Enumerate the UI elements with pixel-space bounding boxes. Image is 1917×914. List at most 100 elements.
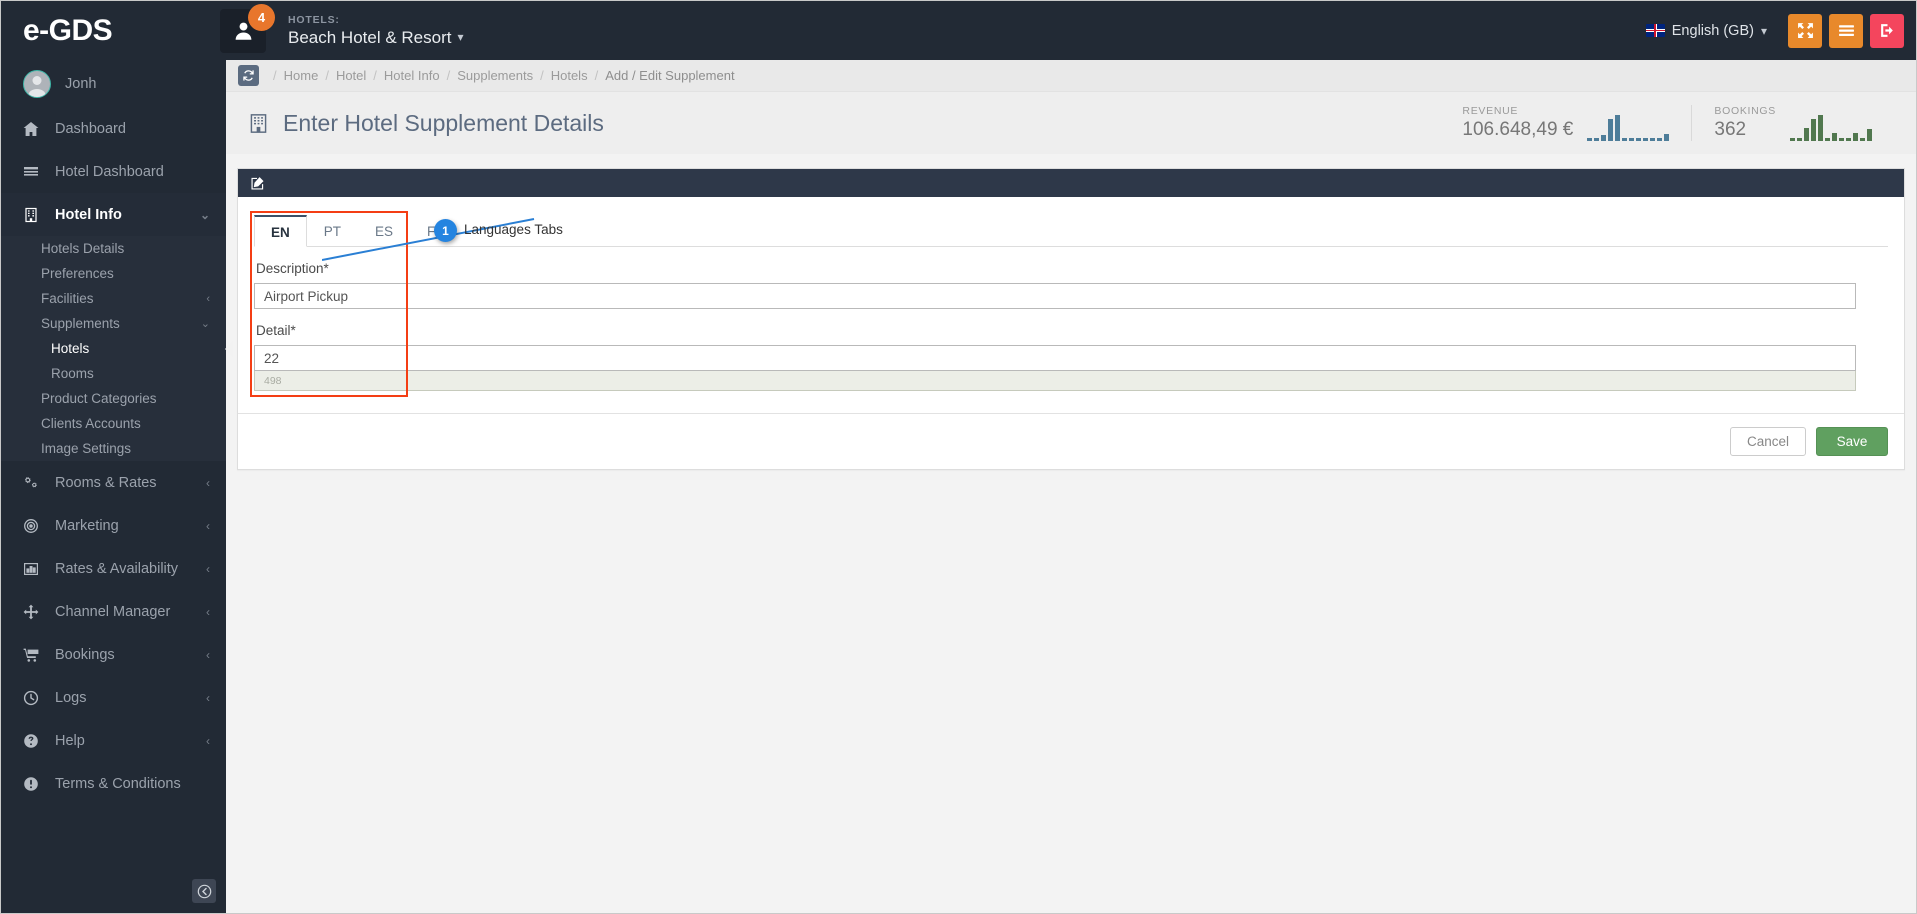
- top-bar: e-GDS 4 HOTELS: Beach Hotel & Resort ▾ E…: [1, 1, 1916, 60]
- breadcrumb-item-supplements[interactable]: Supplements: [457, 68, 533, 83]
- sidebar-item-facilities[interactable]: Facilities ‹: [1, 286, 226, 311]
- chevron-left-icon: ‹: [206, 518, 210, 533]
- sidebar-item-logs[interactable]: Logs ‹: [1, 676, 226, 719]
- home-icon: [23, 121, 45, 137]
- stat-bookings: BOOKINGS 362: [1691, 105, 1894, 141]
- sidebar-item-rooms-rates[interactable]: Rooms & Rates ‹: [1, 461, 226, 504]
- annotation-label-1: Languages Tabs: [464, 222, 563, 237]
- list-icon: [23, 164, 45, 180]
- notification-badge: 4: [248, 3, 275, 31]
- sidebar-item-supplements-hotels[interactable]: Hotels: [1, 336, 226, 361]
- sidebar-item-dashboard[interactable]: Dashboard: [1, 107, 226, 150]
- gears-icon: [23, 475, 45, 491]
- sidebar-item-help[interactable]: Help ‹: [1, 719, 226, 762]
- sidebar-item-terms-conditions[interactable]: Terms & Conditions: [1, 762, 226, 805]
- hotel-name: Beach Hotel & Resort: [288, 27, 452, 47]
- breadcrumb-separator: /: [373, 68, 377, 83]
- target-icon: [23, 518, 45, 534]
- brand-logo[interactable]: e-GDS: [1, 1, 226, 60]
- description-input[interactable]: Airport Pickup: [254, 283, 1856, 309]
- sidebar-item-product-categories[interactable]: Product Categories: [1, 386, 226, 411]
- breadcrumb-item-current: Add / Edit Supplement: [605, 68, 735, 83]
- sidebar-item-label: Dashboard: [55, 120, 126, 137]
- hotel-info-submenu: Hotels Details Preferences Facilities ‹ …: [1, 236, 226, 461]
- sidebar-subitem-label: Hotels: [51, 341, 90, 356]
- tab-pt[interactable]: PT: [307, 215, 358, 247]
- tab-es[interactable]: ES: [358, 215, 410, 247]
- stat-value: 106.648,49 €: [1462, 119, 1574, 140]
- notifications-avatar-button[interactable]: 4: [220, 3, 275, 53]
- breadcrumb-separator: /: [325, 68, 329, 83]
- uk-flag-icon: [1645, 24, 1665, 37]
- panel-header: [238, 169, 1904, 197]
- sidebar-subitem-label: Image Settings: [41, 441, 132, 456]
- chevron-left-icon: ‹: [206, 475, 210, 490]
- page-title-text: Enter Hotel Supplement Details: [283, 109, 604, 136]
- chevron-left-icon: ‹: [206, 561, 210, 576]
- sidebar-item-supplements[interactable]: Supplements ⌄: [1, 311, 226, 336]
- breadcrumb-item-hotels[interactable]: Hotels: [551, 68, 588, 83]
- language-selector[interactable]: English (GB) ▾: [1645, 22, 1767, 39]
- sidebar-item-channel-manager[interactable]: Channel Manager ‹: [1, 590, 226, 633]
- menu-button[interactable]: [1829, 13, 1863, 48]
- breadcrumb-item-hotel-info[interactable]: Hotel Info: [384, 68, 440, 83]
- sidebar-item-label: Help: [55, 732, 85, 749]
- logout-button[interactable]: [1870, 13, 1904, 48]
- fullscreen-button[interactable]: [1788, 13, 1822, 48]
- sidebar-subitem-label: Rooms: [51, 366, 94, 381]
- breadcrumb-separator: /: [594, 68, 599, 83]
- stat-label: BOOKINGS: [1714, 105, 1776, 117]
- sidebar-item-image-settings[interactable]: Image Settings: [1, 436, 226, 461]
- sidebar-item-hotel-dashboard[interactable]: Hotel Dashboard: [1, 150, 226, 193]
- page-header: Enter Hotel Supplement Details REVENUE 1…: [226, 92, 1916, 154]
- sidebar-item-label: Hotel Info: [55, 206, 122, 223]
- sidebar-user[interactable]: Jonh: [1, 60, 226, 107]
- stat-revenue: REVENUE 106.648,49 €: [1440, 105, 1691, 141]
- sidebar-item-label: Channel Manager: [55, 603, 171, 620]
- arrow-left-circle-icon: [197, 884, 211, 898]
- sidebar-item-bookings[interactable]: Bookings ‹: [1, 633, 226, 676]
- form-body: EN PT ES FR Description* Airport Pickup …: [238, 197, 1904, 413]
- chevron-down-icon: ⌄: [200, 318, 210, 330]
- sidebar-collapse-button[interactable]: [192, 879, 216, 903]
- logout-icon: [1880, 24, 1893, 37]
- sidebar-subitem-label: Hotels Details: [41, 241, 125, 256]
- cancel-button[interactable]: Cancel: [1729, 427, 1806, 456]
- sidebar-item-hotels-details[interactable]: Hotels Details: [1, 236, 226, 261]
- sidebar-item-preferences[interactable]: Preferences: [1, 261, 226, 286]
- breadcrumb-item-hotel[interactable]: Hotel: [336, 68, 366, 83]
- sidebar-item-label: Hotel Dashboard: [55, 163, 164, 180]
- fullscreen-icon: [1797, 23, 1813, 38]
- sidebar-item-label: Marketing: [55, 517, 119, 534]
- sidebar-subitem-label: Clients Accounts: [41, 416, 141, 431]
- page-title: Enter Hotel Supplement Details: [248, 110, 604, 137]
- stats-summary: REVENUE 106.648,49 € BOOKINGS 362: [1440, 105, 1894, 141]
- exclamation-circle-icon: [23, 776, 45, 792]
- sidebar-item-rates-availability[interactable]: Rates & Availability ‹: [1, 547, 226, 590]
- sidebar-item-marketing[interactable]: Marketing ‹: [1, 504, 226, 547]
- refresh-icon: [243, 70, 254, 81]
- top-bar-right: English (GB) ▾: [1645, 1, 1916, 60]
- breadcrumb-item-home[interactable]: Home: [284, 68, 319, 83]
- sidebar-item-supplements-rooms[interactable]: Rooms: [1, 361, 226, 386]
- question-circle-icon: [23, 733, 45, 749]
- edit-icon: [250, 176, 265, 191]
- sidebar-subitem-label: Facilities: [41, 291, 94, 306]
- refresh-button[interactable]: [238, 65, 259, 86]
- tab-en[interactable]: EN: [254, 215, 307, 247]
- hotel-selector-label: HOTELS:: [288, 13, 340, 26]
- hamburger-menu-icon: [1838, 25, 1854, 37]
- building-icon: [248, 113, 269, 134]
- sidebar-item-hotel-info[interactable]: Hotel Info ⌄: [1, 193, 226, 236]
- detail-input[interactable]: 22: [254, 345, 1856, 371]
- sidebar-subitem-label: Supplements: [41, 316, 120, 331]
- description-label: Description*: [256, 261, 329, 276]
- language-label: English (GB): [1671, 22, 1754, 39]
- save-button[interactable]: Save: [1816, 427, 1888, 456]
- chevron-left-icon: ‹: [206, 733, 210, 748]
- hotel-selector[interactable]: HOTELS: Beach Hotel & Resort ▾: [288, 14, 464, 48]
- chevron-left-icon: ‹: [206, 292, 210, 305]
- breadcrumb-separator: /: [446, 68, 451, 83]
- sidebar-item-clients-accounts[interactable]: Clients Accounts: [1, 411, 226, 436]
- detail-character-counter: 498: [254, 371, 1856, 391]
